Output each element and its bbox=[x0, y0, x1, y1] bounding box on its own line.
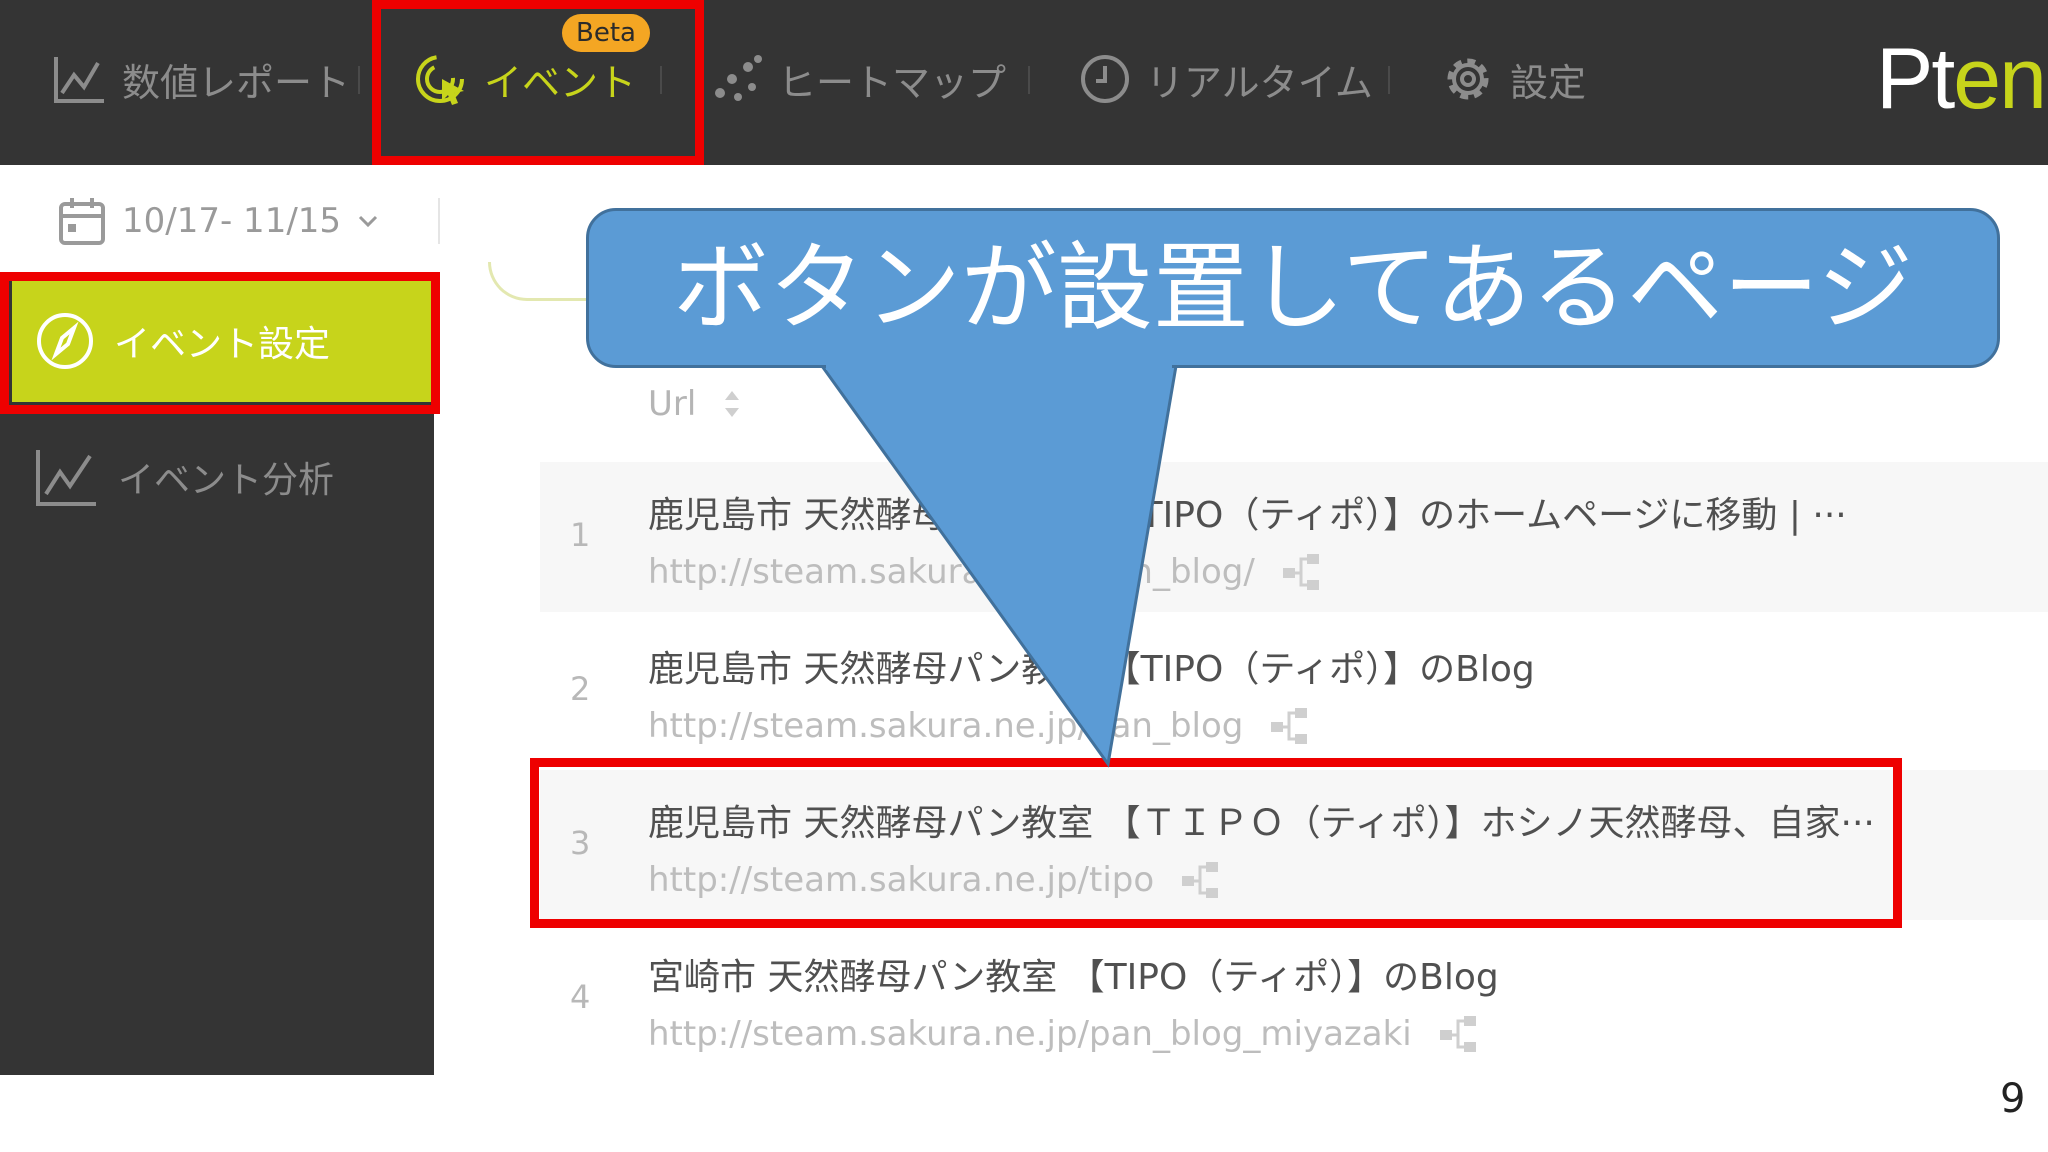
callout-pointer-cover bbox=[826, 362, 1172, 370]
page-number: 9 bbox=[2000, 1076, 2026, 1122]
